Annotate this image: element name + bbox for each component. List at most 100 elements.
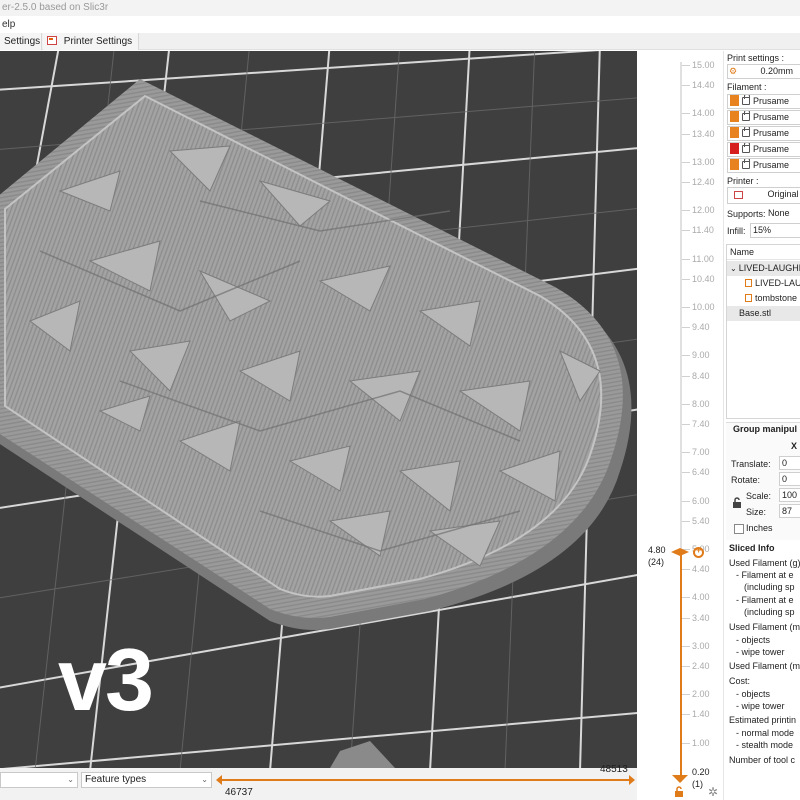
upper-thumb-value: 4.80 [648,545,666,555]
sliced-info-line: - Filament at e [736,595,794,605]
view-type-select[interactable]: ⌄ [0,772,78,788]
sliced-info-line: Used Filament (m [729,622,800,632]
object-row-label: LIVED-LAUGHE [738,263,800,273]
layer-tick [682,307,690,308]
layer-tick [682,182,690,183]
chevron-down-icon[interactable]: ⌄ [730,264,737,273]
group-manipulation-panel: Group manipul X Translate: 0 Rotate: 0 S… [726,422,800,540]
filament-color-swatch[interactable] [730,95,739,106]
layer-tick [682,113,690,115]
printer-select[interactable]: Original [727,187,800,204]
object-part-row[interactable]: tombstone [727,291,800,306]
filament-color-swatch[interactable] [730,127,739,138]
layer-tick-label: 3.40 [692,612,710,623]
rotate-label: Rotate: [731,475,761,485]
scale-x-input[interactable]: 100 [779,488,800,502]
scale-lock-icon[interactable] [732,497,742,509]
layer-tick [682,230,690,232]
layer-tick [682,403,690,405]
moves-current-value: 46737 [225,787,253,798]
infill-select[interactable]: 15% [750,223,800,238]
object-part-row[interactable]: LIVED-LAU [727,276,800,291]
lower-thumb-handle[interactable] [672,775,688,783]
translate-x-input[interactable]: 0 [779,456,800,470]
layer-tick [682,133,690,135]
layer-tick-label: 3.00 [692,640,710,651]
layer-tick-label: 1.40 [692,709,710,720]
chevron-down-icon: ⌄ [201,775,208,784]
size-x-input[interactable]: 87 [779,504,800,518]
layer-tick-label: 8.00 [692,398,710,409]
filament-select-4[interactable]: Prusame [727,142,800,157]
object-list[interactable]: Name ⌄ LIVED-LAUGHE LIVED-LAU tombstone B… [726,244,800,419]
filament-select-1[interactable]: Prusame [727,94,800,109]
layer-tick-label: 11.00 [692,253,714,264]
tab-bar: Settings Printer Settings [0,33,800,50]
moves-slider[interactable] [216,775,635,785]
object-list-header: Name [727,245,800,260]
menu-help[interactable]: elp [2,19,15,30]
layer-tick [682,569,690,571]
object-part-label: LIVED-LAU [755,278,800,288]
layer-tick-label: 15.00 [692,60,715,70]
size-x-value: 87 [782,506,793,516]
sliced-info-line: Cost: [729,676,751,686]
lock-icon [742,143,750,153]
layer-tick [682,85,690,87]
tab-settings-label: Settings [4,36,41,47]
upper-thumb-handle[interactable] [671,548,689,556]
filament-select-2[interactable]: Prusame [727,110,800,125]
filament-name: Prusame [753,160,790,170]
filament-select-3[interactable]: Prusame [727,126,800,141]
filament-color-swatch[interactable] [730,111,739,122]
lock-icon[interactable] [674,786,684,798]
filament-color-swatch[interactable] [730,159,739,170]
filament-color-swatch[interactable] [730,143,739,154]
layer-tick-label: 6.40 [692,467,710,478]
layer-tick [682,161,690,163]
layer-tick-label: 2.40 [692,661,710,671]
chevron-down-icon: ⌄ [67,775,74,784]
rotate-x-input[interactable]: 0 [779,472,800,486]
layer-tick [682,327,690,329]
layer-tick [682,520,690,522]
object-row[interactable]: Base.stl [727,306,800,321]
sliced-info-line: Used Filament (m [729,661,800,671]
feature-types-select[interactable]: Feature types ⌄ [81,772,212,788]
size-label: Size: [746,507,767,517]
supports-select[interactable]: None [768,207,800,222]
lock-icon [742,95,750,105]
inches-label: Inches [746,523,773,533]
menu-bar[interactable]: elp [0,16,800,33]
object-row[interactable]: ⌄ LIVED-LAUGHE [727,261,800,276]
add-color-change-icon[interactable] [693,545,704,558]
filament-select-5[interactable]: Prusame [727,158,800,173]
layer-tick-label: 1.00 [692,737,710,748]
moves-max-value: 48513 [600,764,628,775]
printer-icon [734,191,743,199]
sliced-info-line: - objects [736,635,771,645]
3d-preview-viewport[interactable]: v3 [0,51,637,768]
layer-tick-label: 12.40 [692,177,715,187]
filament-name: Prusame [753,144,790,154]
right-sidebar: Print settings : ⚙ 0.20mm Filament : Pru… [723,51,800,800]
tab-printer-settings[interactable]: Printer Settings [43,33,139,50]
layer-tick [682,617,690,619]
tab-settings[interactable]: Settings [0,33,42,50]
layer-tick-label: 14.40 [692,80,715,91]
layer-tick [682,278,690,280]
sliced-info-line: - Filament at e [736,570,794,580]
layer-tick [682,714,690,716]
gear-icon[interactable]: ✲ [708,785,718,799]
sliced-info-line: - wipe tower [736,647,785,657]
layer-tick-label: 10.40 [692,273,715,284]
layer-slider-range[interactable] [680,552,682,778]
translate-x-value: 0 [782,458,788,468]
layer-tick-label: 7.00 [692,447,710,458]
layer-tick-label: 6.00 [692,495,710,506]
layer-tick-label: 8.40 [692,370,710,381]
infill-value: 15% [753,225,772,235]
layer-tick-label: 9.40 [692,322,710,333]
inches-checkbox[interactable] [734,524,744,534]
print-settings-select[interactable]: ⚙ 0.20mm [727,64,800,79]
